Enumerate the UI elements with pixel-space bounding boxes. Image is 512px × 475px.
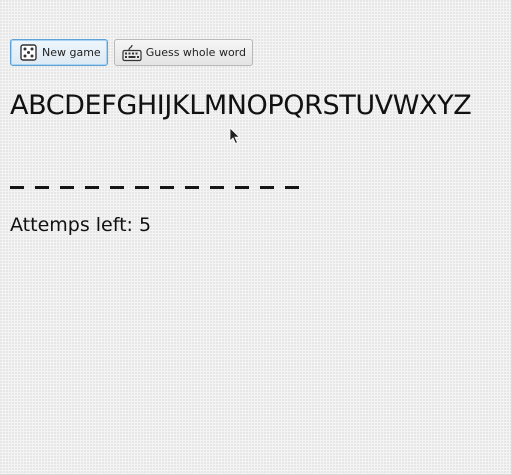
letter-blank bbox=[260, 186, 274, 189]
letter-blank bbox=[235, 186, 249, 189]
new-game-button[interactable]: New game bbox=[10, 39, 108, 66]
guess-whole-word-button[interactable]: Guess whole word bbox=[113, 39, 253, 66]
dice-icon bbox=[18, 44, 38, 62]
letter-blank bbox=[135, 186, 149, 189]
letter-blank bbox=[85, 186, 99, 189]
mouse-pointer-icon bbox=[229, 127, 241, 145]
letter-blank bbox=[35, 186, 49, 189]
keyboard-icon bbox=[122, 44, 142, 62]
letter-blank bbox=[285, 186, 299, 189]
guess-whole-word-label: Guess whole word bbox=[145, 46, 246, 59]
toolbar: New game Guess whole word bbox=[10, 39, 253, 66]
letter-blank bbox=[110, 186, 124, 189]
letter-blank bbox=[60, 186, 74, 189]
letter-blank bbox=[160, 186, 174, 189]
window-frame bbox=[0, 0, 512, 475]
letter-blank bbox=[210, 186, 224, 189]
letter-blank bbox=[185, 186, 199, 189]
letter-blank bbox=[10, 186, 24, 189]
word-blanks bbox=[10, 170, 299, 189]
new-game-label: New game bbox=[42, 46, 101, 59]
attempts-left-text: Attemps left: 5 bbox=[10, 214, 152, 236]
alphabet-letters[interactable]: ABCDEFGHIJKLMNOPQRSTUVWXYZ bbox=[10, 90, 472, 121]
